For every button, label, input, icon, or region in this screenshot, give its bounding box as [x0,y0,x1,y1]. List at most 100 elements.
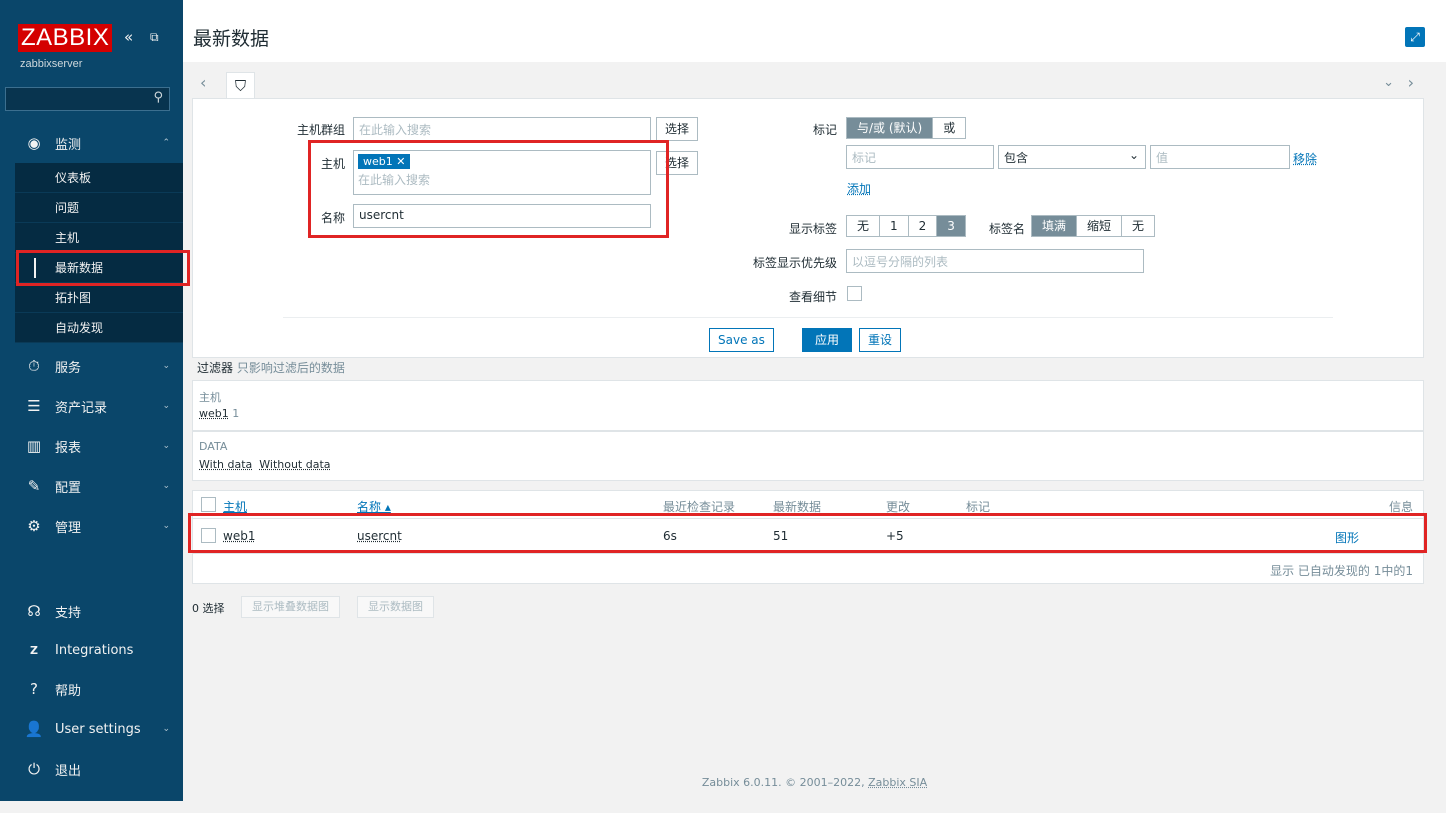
tag-operator-select[interactable]: 包含 ⌄ [998,145,1146,169]
show-tags-none[interactable]: 无 [847,216,881,236]
nav-integrations[interactable]: Z Integrations [0,631,183,669]
chevron-down-icon: ⌄ [162,481,170,491]
nav-label: User settings [55,721,141,737]
filter-tabbar: ‹ ⛉ ⌄ › [192,70,1424,99]
tag-name-toggle: 填满 缩短 无 [1031,215,1156,237]
filter-divider [283,317,1333,318]
without-data-link[interactable]: Without data [259,458,330,471]
nav-user-settings[interactable]: 👤 User settings ⌄ [0,710,183,748]
show-tags-3[interactable]: 3 [937,216,965,236]
nav-label: 资产记录 [55,400,108,416]
headset-icon: ☊ [27,602,41,620]
with-data-link[interactable]: With data [199,458,252,471]
sub-item-maps[interactable]: 拓扑图 [15,283,183,313]
select-all-checkbox[interactable] [201,497,216,512]
filter-tab[interactable]: ⛉ [226,72,255,99]
details-label: 查看细节 [788,290,837,304]
nav-label: 退出 [55,763,82,779]
reset-button[interactable]: 重设 [859,328,902,352]
nav-support[interactable]: ☊ 支持 [0,592,183,630]
nav-help[interactable]: ? 帮助 [0,670,183,708]
highlight-box-filter [308,140,669,238]
apply-button[interactable]: 应用 [802,328,853,352]
tag-value-input[interactable]: 值 [1150,145,1290,169]
user-icon: 👤 [24,720,44,738]
sidebar-search-input[interactable]: ⚲ [5,87,170,111]
sidebar: ZABBIX « ⧉ zabbixserver ⚲ ◉ 监测 ⌃ 仪表板 问题 … [0,0,190,801]
sub-item-dashboard[interactable]: 仪表板 [15,163,183,193]
show-tags-toggle: 无 1 2 3 [846,215,966,237]
eye-icon: ◉ [27,134,41,152]
chevron-right-icon[interactable]: › [1408,73,1414,92]
graph-button[interactable]: 显示数据图 [357,596,434,618]
nav-label: 服务 [55,360,82,376]
search-icon[interactable]: ⚲ [153,90,163,105]
highlight-box-row [188,513,1427,553]
show-tags-1[interactable]: 1 [880,216,909,236]
wrench-icon: ✎ [27,477,41,495]
nav-label: 管理 [55,520,82,536]
sub-item-problems[interactable]: 问题 [15,193,183,223]
sub-item-hosts[interactable]: 主机 [15,223,183,253]
nav-reports[interactable]: ▥ 报表 ⌄ [0,427,183,465]
hostgroup-input[interactable]: 在此输入搜索 [353,117,651,141]
footer-text: Zabbix 6.0.11. © 2001–2022, [701,776,865,789]
filter-panel: 主机群组 在此输入搜索 选择 主机 web1 ✕ 在此输入搜索 选择 名称 us… [192,98,1424,358]
chevron-down-icon[interactable]: ⌄ [1383,75,1394,90]
summary-title: 过滤器 [197,361,234,375]
chevron-down-icon: ⌄ [162,441,170,451]
gear-icon: ⚙ [27,517,41,535]
save-as-button[interactable]: Save as [709,328,774,352]
tag-name-input[interactable]: 标记 [846,145,994,169]
nav-logout[interactable]: ⏻ 退出 [0,750,183,788]
page-header: 最新数据 ⤢ [183,0,1446,62]
tag-name-label: 标签名 [988,222,1025,236]
tag-name-full[interactable]: 填满 [1032,216,1078,236]
timer-icon: ⏱ [28,357,40,375]
nav-label: 报表 [55,440,82,456]
show-tags-2[interactable]: 2 [908,216,938,236]
list-icon: ☰ [27,397,41,415]
tag-mode-andor[interactable]: 与/或 (默认) [847,118,934,138]
tag-mode-toggle: 与/或 (默认) 或 [846,117,967,139]
chevron-left-icon[interactable]: ‹ [200,73,206,92]
add-tag-link[interactable]: 添加 [847,180,871,197]
details-checkbox[interactable] [847,286,862,301]
chart-icon: ▥ [26,437,42,455]
kiosk-mode-icon[interactable]: ⧉ [150,27,159,47]
tag-mode-or[interactable]: 或 [933,118,966,138]
nav-services[interactable]: ⏱ 服务 ⌄ [0,347,183,385]
nav-label: 支持 [55,605,82,621]
sub-item-discovery[interactable]: 自动发现 [15,313,183,343]
nav-monitoring[interactable]: ◉ 监测 ⌃ [0,124,183,162]
stacked-graph-button[interactable]: 显示堆叠数据图 [241,596,340,618]
nav-inventory[interactable]: ☰ 资产记录 ⌄ [0,387,183,425]
summary-host-block: 主机 web1 1 [192,380,1424,431]
summary-data-head: DATA [199,440,228,453]
footer-company-link[interactable]: Zabbix SIA [868,776,927,789]
fullscreen-button[interactable]: ⤢ [1405,27,1425,47]
tag-name-none[interactable]: 无 [1122,216,1155,236]
tag-priority-label: 标签显示优先级 [752,256,837,270]
help-icon: ? [30,680,38,698]
nav-configuration[interactable]: ✎ 配置 ⌄ [0,467,183,505]
tag-operator-value: 包含 [1004,151,1029,165]
summary-data-value: With data Without data [199,458,331,471]
nav-label: 配置 [55,480,82,496]
summary-host-value: web1 1 [199,407,239,420]
nav-administration[interactable]: ⚙ 管理 ⌄ [0,507,183,545]
collapse-sidebar-icon[interactable]: « [124,27,133,47]
tags-label: 标记 [812,123,837,137]
zabbix-logo[interactable]: ZABBIX [18,24,113,52]
filter-icon: ⛉ [234,77,247,95]
summary-host-link[interactable]: web1 [199,407,229,420]
chevron-down-icon: ⌄ [162,401,170,411]
tag-name-short[interactable]: 缩短 [1077,216,1123,236]
nav-label: Integrations [55,642,134,658]
hostgroup-select-button[interactable]: 选择 [656,117,699,141]
footer: Zabbix 6.0.11. © 2001–2022, Zabbix SIA [183,776,1446,789]
display-count: 显示 已自动发现的 1中的1 [1270,564,1413,578]
tag-priority-input[interactable]: 以逗号分隔的列表 [846,249,1144,273]
summary-host-count: 1 [232,407,240,420]
remove-tag-link[interactable]: 移除 [1293,150,1317,167]
